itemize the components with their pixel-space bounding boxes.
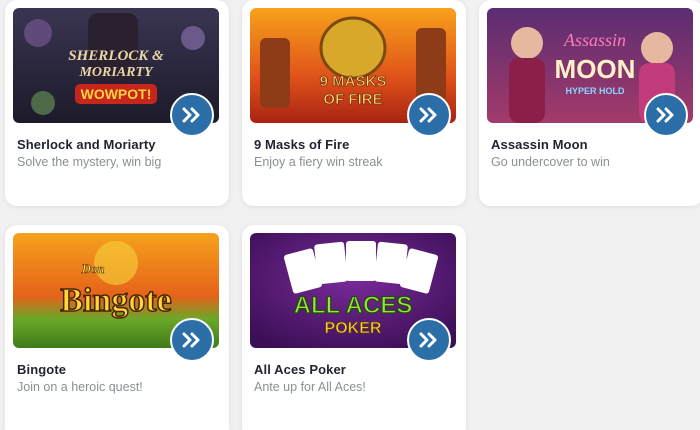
svg-text:ALL ACES: ALL ACES (294, 292, 413, 319)
svg-text:MOON: MOON (555, 54, 636, 84)
double-chevron-right-icon (419, 107, 437, 123)
svg-text:OF FIRE: OF FIRE (323, 91, 382, 108)
double-chevron-right-icon (656, 107, 674, 123)
game-title[interactable]: 9 Masks of Fire (254, 137, 349, 152)
svg-text:POKER: POKER (325, 320, 382, 337)
game-title[interactable]: Assassin Moon (491, 137, 588, 152)
svg-text:WOWPOT!: WOWPOT! (81, 86, 152, 102)
game-description: Ante up for All Aces! (254, 380, 366, 394)
svg-text:Bingote: Bingote (60, 282, 171, 319)
double-chevron-right-icon (182, 107, 200, 123)
play-button[interactable] (644, 93, 688, 137)
game-description: Enjoy a fiery win streak (254, 155, 383, 169)
play-button[interactable] (170, 318, 214, 362)
game-description: Solve the mystery, win big (17, 155, 162, 169)
game-card-assassin-moon[interactable]: Assassin MOON HYPER HOLD Assassin Moon G… (479, 0, 700, 206)
double-chevron-right-icon (182, 332, 200, 348)
game-title[interactable]: Bingote (17, 362, 66, 377)
game-card-all-aces-poker[interactable]: ALL ACES POKER All Aces Poker Ante up fo… (242, 225, 466, 430)
svg-text:HYPER HOLD: HYPER HOLD (565, 86, 625, 96)
game-description: Go undercover to win (491, 155, 610, 169)
svg-text:9 MASKS: 9 MASKS (320, 73, 387, 90)
svg-text:Assassin: Assassin (563, 30, 626, 50)
game-card-sherlock-and-moriarty[interactable]: SHERLOCK & MORIARTY WOWPOT! Sherlock and… (5, 0, 229, 206)
game-card-bingote[interactable]: Don Bingote Bingote Join on a heroic que… (5, 225, 229, 430)
double-chevron-right-icon (419, 332, 437, 348)
play-button[interactable] (407, 93, 451, 137)
play-button[interactable] (170, 93, 214, 137)
game-title[interactable]: All Aces Poker (254, 362, 346, 377)
svg-text:MORIARTY: MORIARTY (78, 65, 154, 80)
game-title[interactable]: Sherlock and Moriarty (17, 137, 156, 152)
game-card-9-masks-of-fire[interactable]: 9 MASKS OF FIRE 9 Masks of Fire Enjoy a … (242, 0, 466, 206)
game-description: Join on a heroic quest! (17, 380, 143, 394)
play-button[interactable] (407, 318, 451, 362)
svg-text:Don: Don (80, 261, 104, 276)
svg-text:SHERLOCK &: SHERLOCK & (68, 48, 164, 64)
